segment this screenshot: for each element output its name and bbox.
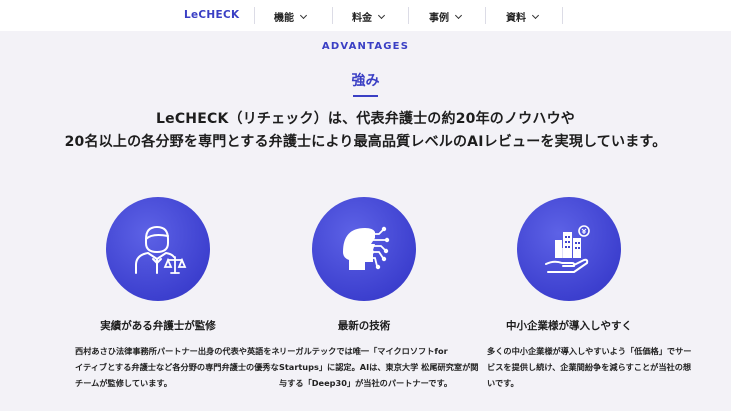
- feature-icon-circle: [312, 197, 416, 301]
- lead-line-2: 20名以上の各分野を専門とする弁護士により最高品質レベルのAIレビューを実現して…: [64, 134, 667, 150]
- title-underline: [353, 95, 378, 97]
- nav-divider: [254, 7, 255, 24]
- nav-item-label: 料金: [352, 13, 372, 24]
- nav-item-label: 事例: [429, 13, 449, 24]
- chevron-down-icon: [377, 11, 386, 19]
- feature-description: 西村あさひ法律事務所パートナー出身の代表や英語をネイティブとする弁護士など各分野…: [75, 346, 280, 388]
- nav-item-documents[interactable]: 資料: [506, 9, 540, 24]
- nav-divider: [562, 7, 563, 24]
- lawyer-icon: [135, 226, 187, 274]
- feature-description: リーガルテックでは唯一「マイクロソフトfor Startups」に認定。AIは、…: [279, 346, 479, 388]
- feature-description: 多くの中小企業様が導入しやすいよう「低価格」でサービスを提供し続け、企業間紛争を…: [487, 346, 692, 388]
- city-hand-icon: [545, 225, 590, 273]
- nav-divider: [408, 7, 409, 24]
- nav-item-pricing[interactable]: 料金: [352, 9, 386, 24]
- feature-icon-circle: [106, 197, 210, 301]
- lead-line-1: LeCHECK（リチェック）は、代表弁護士の約20年のノウハウや: [156, 111, 575, 127]
- nav-item-label: 機能: [274, 13, 294, 24]
- chevron-down-icon: [454, 11, 463, 19]
- section-title: 強み: [351, 73, 380, 89]
- nav-divider: [332, 7, 333, 24]
- top-nav: LeCHECK 機能 料金 事例 資料: [0, 0, 731, 31]
- chevron-down-icon: [531, 11, 540, 19]
- feature-icon-circle: [517, 197, 621, 301]
- chevron-down-icon: [299, 11, 308, 19]
- nav-item-cases[interactable]: 事例: [429, 9, 463, 24]
- feature-title: 最新の技術: [337, 320, 391, 332]
- section-eyebrow: ADVANTAGES: [321, 41, 410, 52]
- nav-item-features[interactable]: 機能: [274, 9, 308, 24]
- brand-logo[interactable]: LeCHECK: [184, 9, 239, 21]
- ai-brain-icon: [343, 226, 390, 270]
- nav-item-label: 資料: [506, 13, 526, 24]
- feature-title: 中小企業様が導入しやすく: [506, 320, 632, 332]
- nav-divider: [485, 7, 486, 24]
- feature-title: 実績がある弁護士が監修: [100, 320, 216, 332]
